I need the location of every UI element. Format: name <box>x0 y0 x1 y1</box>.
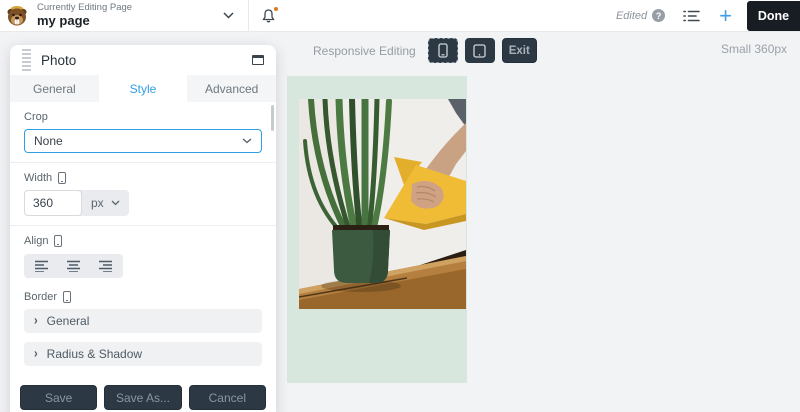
align-label: Align <box>24 235 49 247</box>
panel-header: Photo <box>10 45 276 75</box>
photo-module[interactable] <box>299 99 466 309</box>
page-title-block: Currently Editing Page my page <box>37 1 133 29</box>
phone-icon <box>438 43 448 58</box>
chevron-right-icon: › <box>34 346 38 362</box>
topbar-divider <box>248 0 249 32</box>
photo-image <box>299 99 466 309</box>
outline-panel-icon[interactable] <box>683 9 701 23</box>
tablet-icon <box>473 43 486 58</box>
done-button[interactable]: Done <box>747 0 800 31</box>
notification-dot <box>274 6 278 11</box>
notifications-button[interactable] <box>261 6 278 24</box>
width-unit-value: px <box>91 196 104 210</box>
width-unit-select[interactable]: px <box>82 190 129 216</box>
exit-responsive-button[interactable]: Exit <box>501 38 537 63</box>
add-content-icon[interactable]: + <box>719 4 732 26</box>
align-left-button[interactable] <box>35 260 50 272</box>
phone-responsive-icon[interactable] <box>54 235 63 247</box>
drag-handle[interactable] <box>22 49 31 71</box>
width-label: Width <box>24 172 53 184</box>
panel-body: Crop None Width px Align <box>10 102 276 366</box>
page-preview-canvas[interactable] <box>287 76 467 383</box>
top-bar: Currently Editing Page my page Edited ? <box>0 0 800 32</box>
cancel-button[interactable]: Cancel <box>188 385 266 410</box>
beaver-builder-logo <box>7 6 27 26</box>
tab-general[interactable]: General <box>10 75 99 102</box>
chevron-down-icon <box>242 138 252 144</box>
align-center-button[interactable] <box>66 260 81 272</box>
panel-footer: Save Save As... Cancel <box>10 375 276 412</box>
chevron-down-icon[interactable] <box>223 12 234 19</box>
tablet-preview-button[interactable] <box>464 38 495 63</box>
save-button[interactable]: Save <box>20 385 98 410</box>
crop-select[interactable]: None <box>24 129 262 153</box>
field-divider <box>10 162 276 163</box>
topbar-actions: Edited ? + Done <box>615 0 800 31</box>
help-icon[interactable]: ? <box>652 9 666 22</box>
panel-tabs: General Style Advanced <box>10 75 276 102</box>
field-divider <box>10 225 276 226</box>
accordion-label: General <box>46 314 90 328</box>
tab-style[interactable]: Style <box>98 75 188 102</box>
page-title: my page <box>37 13 90 29</box>
align-right-button[interactable] <box>97 260 112 272</box>
page-switcher[interactable]: Currently Editing Page my page <box>0 1 240 29</box>
responsive-editing-toolbar: Responsive Editing Exit <box>313 38 537 63</box>
phone-preview-button[interactable] <box>427 38 458 63</box>
accordion-label: Radius & Shadow <box>46 347 143 361</box>
photo-settings-panel: Photo General Style Advanced Crop None W… <box>10 45 276 412</box>
crop-label: Crop <box>24 111 48 123</box>
phone-responsive-icon[interactable] <box>63 291 72 303</box>
width-field-group: px <box>24 190 129 216</box>
border-general-accordion[interactable]: › General <box>24 309 262 333</box>
align-button-group <box>24 254 123 278</box>
radius-shadow-accordion[interactable]: › Radius & Shadow <box>24 342 262 366</box>
tab-advanced[interactable]: Advanced <box>187 75 276 102</box>
edited-status: Edited <box>615 9 648 22</box>
width-input[interactable] <box>24 190 82 216</box>
chevron-down-icon <box>111 200 120 206</box>
responsive-editing-label: Responsive Editing <box>313 43 416 58</box>
crop-select-value: None <box>34 134 63 148</box>
panel-title: Photo <box>41 52 77 68</box>
editing-label: Currently Editing Page <box>37 1 133 13</box>
phone-responsive-icon[interactable] <box>58 172 67 184</box>
save-as-button[interactable]: Save As... <box>104 385 182 410</box>
chevron-right-icon: › <box>34 313 38 329</box>
panel-scrollbar[interactable] <box>271 105 274 131</box>
preview-size-label: Small 360px <box>721 42 788 56</box>
border-label: Border <box>24 291 58 303</box>
window-toggle-icon[interactable] <box>252 55 264 65</box>
